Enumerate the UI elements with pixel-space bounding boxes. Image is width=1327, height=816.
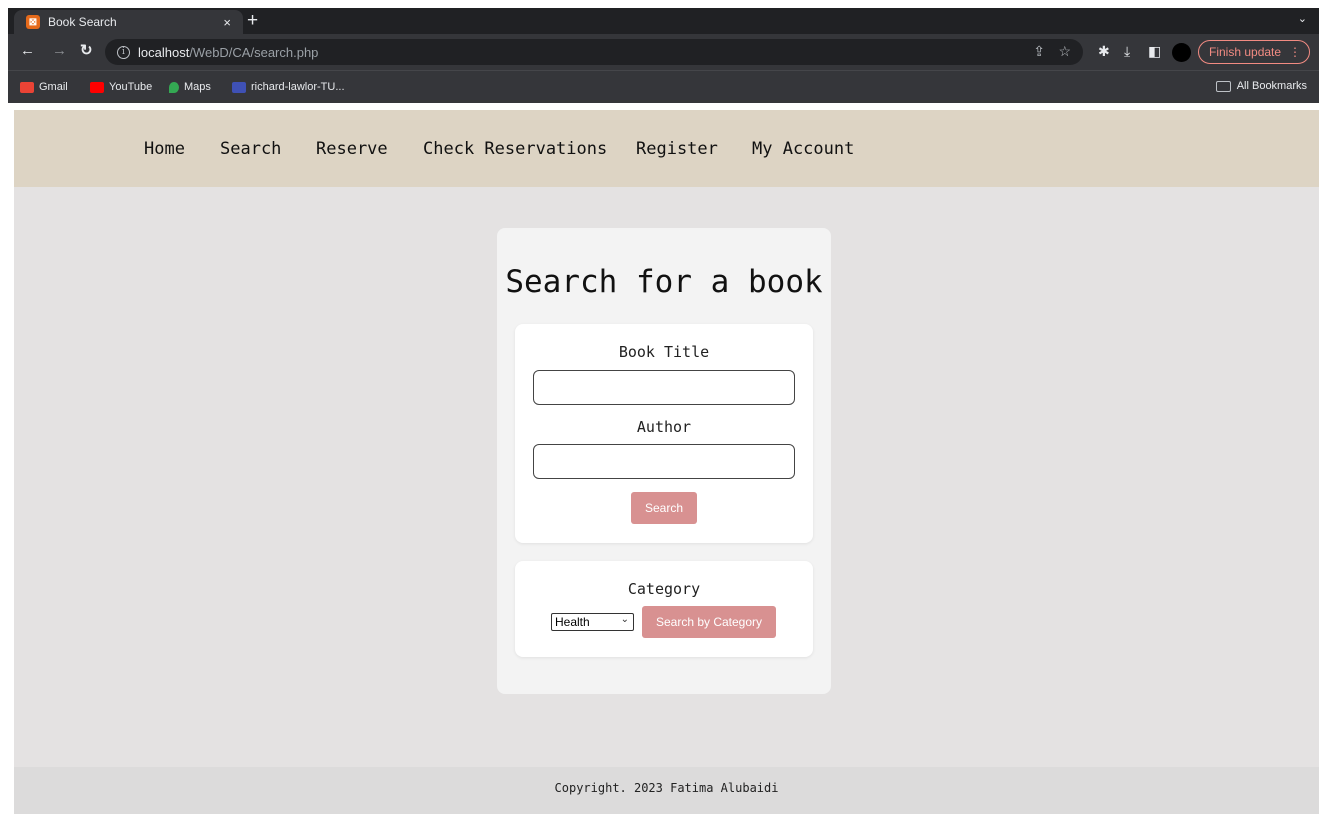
- nav-reserve[interactable]: Reserve: [316, 139, 388, 159]
- finish-update-button[interactable]: Finish update ⋮: [1198, 40, 1311, 64]
- page-viewport: Home Search Reserve Check Reservations R…: [14, 110, 1319, 814]
- bookmark-gmail[interactable]: Gmail: [20, 81, 68, 93]
- nav-register[interactable]: Register: [636, 139, 718, 159]
- bookmark-label: Maps: [184, 81, 211, 93]
- download-icon[interactable]: ⤓: [1124, 43, 1130, 59]
- category-label: Category: [627, 580, 701, 598]
- copyright-text: Copyright. 2023 Fatima Alubaidi: [554, 781, 779, 795]
- browser-toolbar: ← → ↻ i localhost/WebD/CA/search.php ⇪ ☆…: [8, 34, 1319, 70]
- bookmarks-bar: Gmail YouTube Maps richard-lawlor-TU... …: [8, 70, 1319, 103]
- browser-window: ⊠ Book Search × + ⌄ ← → ↻ i localhost/We…: [8, 8, 1319, 103]
- url-path: /WebD/CA/search.php: [189, 44, 319, 60]
- side-panel-icon[interactable]: ◧: [1148, 43, 1161, 59]
- tab-strip: ⊠ Book Search × + ⌄: [8, 8, 1319, 34]
- bookmark-star-icon[interactable]: ☆: [1058, 43, 1071, 60]
- extensions-puzzle-icon[interactable]: ✱: [1098, 43, 1110, 59]
- bookmark-label: Gmail: [39, 81, 68, 93]
- page-title: Search for a book: [505, 264, 823, 300]
- category-panel: Category Health ⌄ Search by Category: [515, 561, 813, 657]
- search-form-panel: Book Title Author Search: [515, 324, 813, 543]
- back-arrow-icon[interactable]: ←: [20, 42, 35, 60]
- tab-search-chevron-icon[interactable]: ⌄: [1298, 12, 1307, 25]
- bookmark-youtube[interactable]: YouTube: [90, 81, 152, 93]
- site-footer: Copyright. 2023 Fatima Alubaidi: [14, 767, 1319, 814]
- kebab-menu-icon: ⋮: [1289, 45, 1302, 59]
- url-host: localhost: [138, 44, 190, 60]
- folder-icon: [1215, 80, 1231, 92]
- xampp-icon: ⊠: [26, 15, 40, 29]
- profile-avatar[interactable]: [1172, 43, 1191, 62]
- nav-search[interactable]: Search: [220, 139, 281, 159]
- all-bookmarks-label: All Bookmarks: [1236, 80, 1307, 92]
- tab-book-search[interactable]: ⊠ Book Search ×: [14, 10, 243, 34]
- search-by-category-button[interactable]: Search by Category: [642, 606, 776, 638]
- bookmark-label: YouTube: [109, 81, 153, 93]
- search-card: Search for a book Book Title Author Sear…: [497, 228, 831, 694]
- category-selected-value: Health: [555, 615, 590, 629]
- site-navbar: Home Search Reserve Check Reservations R…: [14, 110, 1319, 187]
- gmail-icon: [20, 81, 34, 93]
- tab-title: Book Search: [48, 15, 117, 29]
- category-select[interactable]: Health ⌄: [551, 613, 634, 631]
- youtube-icon: [90, 81, 104, 93]
- bookmark-richard-lawlor[interactable]: richard-lawlor-TU...: [232, 81, 345, 93]
- all-bookmarks[interactable]: All Bookmarks: [1215, 80, 1307, 92]
- maps-pin-icon: [169, 81, 179, 93]
- address-bar[interactable]: i localhost/WebD/CA/search.php ⇪ ☆: [105, 39, 1083, 65]
- author-input[interactable]: [533, 444, 795, 479]
- new-tab-button[interactable]: +: [247, 11, 258, 31]
- close-tab-icon[interactable]: ×: [223, 15, 231, 30]
- bookmark-label: richard-lawlor-TU...: [251, 81, 345, 93]
- url-text[interactable]: localhost/WebD/CA/search.php: [138, 45, 318, 60]
- book-title-label: Book Title: [618, 343, 710, 361]
- nav-home[interactable]: Home: [144, 139, 185, 159]
- share-icon[interactable]: ⇪: [1033, 43, 1045, 60]
- nav-my-account[interactable]: My Account: [752, 139, 854, 159]
- chevron-down-icon: ⌄: [620, 614, 629, 625]
- nav-check-reservations[interactable]: Check Reservations: [423, 139, 607, 159]
- bookmark-site-icon: [232, 81, 246, 93]
- search-button[interactable]: Search: [631, 492, 697, 524]
- reload-icon[interactable]: ↻: [80, 42, 93, 60]
- bookmark-maps[interactable]: Maps: [169, 81, 211, 93]
- book-title-input[interactable]: [533, 370, 795, 405]
- site-info-icon[interactable]: i: [117, 45, 130, 59]
- forward-arrow-icon[interactable]: →: [52, 42, 67, 60]
- finish-update-label: Finish update: [1209, 45, 1282, 59]
- author-label: Author: [636, 418, 692, 436]
